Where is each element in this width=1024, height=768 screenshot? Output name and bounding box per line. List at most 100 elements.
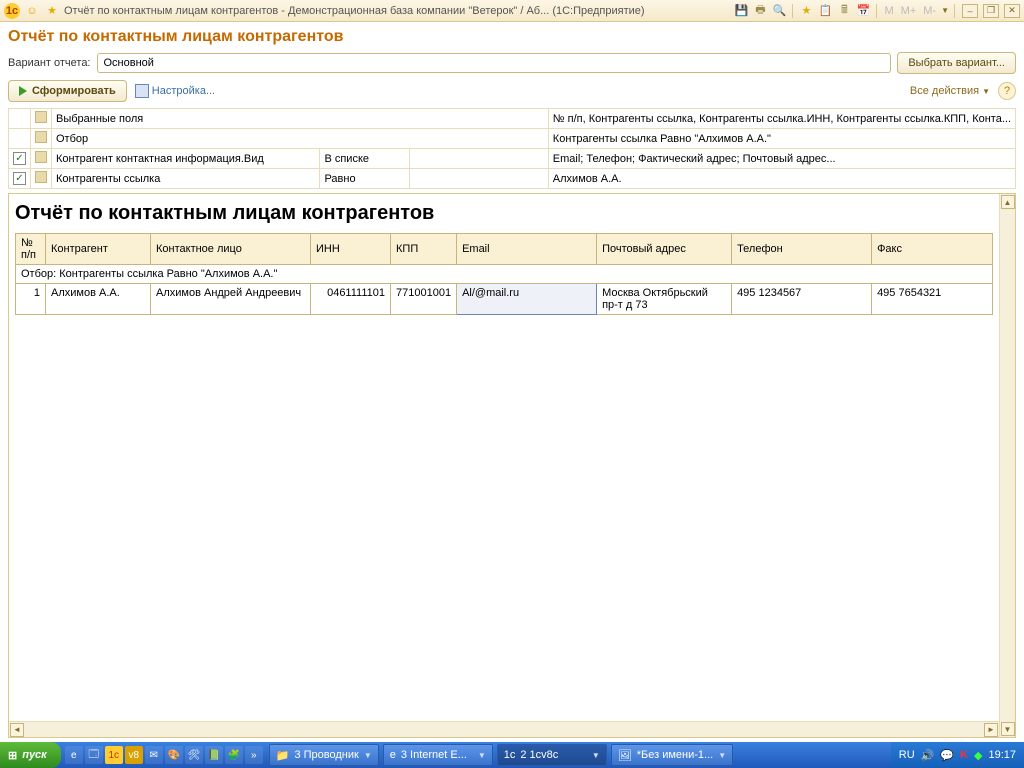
- cell-fax: 495 7654321: [872, 284, 993, 315]
- field-icon: [35, 111, 47, 123]
- scroll-down-icon[interactable]: ▼: [1001, 722, 1015, 736]
- scroll-up-icon[interactable]: ▲: [1001, 195, 1015, 209]
- ql-paint-icon[interactable]: 🎨: [165, 746, 183, 764]
- ql-app2-icon[interactable]: 🛠: [185, 746, 203, 764]
- ql-app3-icon[interactable]: 📗: [205, 746, 223, 764]
- choose-variant-button[interactable]: Выбрать вариант...: [897, 52, 1016, 74]
- column-header: Контрагент: [46, 234, 151, 265]
- column-header: Почтовый адрес: [597, 234, 732, 265]
- settings-op: В списке: [320, 149, 409, 169]
- windows-logo-icon: ⊞: [8, 749, 17, 762]
- tray-icon-1[interactable]: 🔊: [921, 749, 935, 762]
- lang-indicator[interactable]: RU: [899, 749, 915, 761]
- settings-link[interactable]: Настройка...: [135, 84, 215, 98]
- column-header: Контактное лицо: [151, 234, 311, 265]
- ql-app4-icon[interactable]: 🧩: [225, 746, 243, 764]
- report-area: Отчёт по контактным лицам контрагентов №…: [8, 193, 1016, 738]
- cell-post: Москва Октябрьский пр-т д 73: [597, 284, 732, 315]
- column-header: Телефон: [732, 234, 872, 265]
- mem-mplus[interactable]: M+: [899, 5, 919, 17]
- filter-text: Отбор: Контрагенты ссылка Равно "Алхимов…: [16, 265, 993, 284]
- chevron-down-icon: ▼: [364, 751, 372, 760]
- chevron-down-icon: ▼: [592, 751, 600, 760]
- tray-icon-2[interactable]: 💬: [940, 749, 954, 762]
- play-icon: [19, 86, 27, 96]
- titlebar-tools: 💾 🖶 🔍 ★ 📋 🖩 📅 M M+ M- ▼ – ❐ ✕: [733, 3, 1020, 19]
- ql-1c-icon[interactable]: 1c: [105, 746, 123, 764]
- settings-name: Отбор: [52, 129, 549, 149]
- scroll-left-icon[interactable]: ◄: [10, 723, 24, 737]
- field-icon: [35, 151, 47, 163]
- help-button[interactable]: ?: [998, 82, 1016, 100]
- task-label: 2 1cv8c: [520, 749, 558, 761]
- preview-icon[interactable]: 🔍: [771, 3, 787, 19]
- settings-grid[interactable]: Выбранные поля№ п/п, Контрагенты ссылка,…: [8, 108, 1016, 189]
- settings-name: Выбранные поля: [52, 109, 549, 129]
- ql-ie-icon[interactable]: e: [65, 746, 83, 764]
- task-icon: 📁: [276, 749, 290, 762]
- mem-dropdown-icon[interactable]: ▼: [941, 6, 949, 15]
- task-label: *Без имени-1...: [637, 749, 713, 761]
- mem-mminus[interactable]: M-: [921, 5, 938, 17]
- cell-email[interactable]: Al/@mail.ru: [457, 284, 597, 315]
- ql-desktop-icon[interactable]: 🗔: [85, 746, 103, 764]
- save-icon[interactable]: 💾: [733, 3, 749, 19]
- checkbox-icon[interactable]: ✓: [13, 152, 26, 165]
- variant-row: Вариант отчета: Выбрать вариант...: [8, 52, 1016, 74]
- page-title: Отчёт по контактным лицам контрагентов: [8, 28, 1016, 46]
- calendar-icon[interactable]: 📅: [855, 3, 871, 19]
- cell-n: 1: [16, 284, 46, 315]
- settings-val2: Алхимов А.А.: [548, 169, 1015, 189]
- chevron-down-icon: ▼: [478, 751, 486, 760]
- print-icon[interactable]: 🖶: [752, 3, 768, 19]
- variant-input[interactable]: [97, 53, 892, 73]
- clipboard-icon[interactable]: 📋: [817, 3, 833, 19]
- settings-row[interactable]: ОтборКонтрагенты ссылка Равно "Алхимов А…: [9, 129, 1016, 149]
- all-actions-link[interactable]: Все действия▼: [910, 85, 990, 97]
- cell-agent: Алхимов А.А.: [46, 284, 151, 315]
- window-title: Отчёт по контактным лицам контрагентов -…: [64, 5, 729, 17]
- taskbar-task[interactable]: 🖼 *Без имени-1... ▼: [611, 744, 733, 766]
- titlebar: 1c ☺ ★ Отчёт по контактным лицам контраг…: [0, 0, 1024, 22]
- settings-row[interactable]: Выбранные поля№ п/п, Контрагенты ссылка,…: [9, 109, 1016, 129]
- start-button[interactable]: ⊞ пуск: [0, 742, 61, 768]
- close-button[interactable]: ✕: [1004, 4, 1020, 18]
- task-label: 3 Проводник: [294, 749, 358, 761]
- settings-name: Контрагент контактная информация.Вид: [52, 149, 320, 169]
- taskbar-task[interactable]: 📁 3 Проводник ▼: [269, 744, 379, 766]
- tray-icon-3[interactable]: ◆: [974, 749, 982, 762]
- minimize-button[interactable]: –: [962, 4, 978, 18]
- ql-app1-icon[interactable]: v8: [125, 746, 143, 764]
- taskbar-task[interactable]: 1c2 1cv8c▼: [497, 744, 607, 766]
- horizontal-scrollbar[interactable]: ◄ ►: [9, 721, 999, 737]
- star-icon[interactable]: ★: [44, 3, 60, 19]
- column-header: Email: [457, 234, 597, 265]
- settings-row[interactable]: ✓ Контрагент контактная информация.ВидВ с…: [9, 149, 1016, 169]
- restore-button[interactable]: ❐: [983, 4, 999, 18]
- tray-kaspersky-icon[interactable]: K: [960, 749, 968, 761]
- gear-icon: [135, 84, 149, 98]
- scroll-right-icon[interactable]: ►: [984, 723, 998, 737]
- toolbar: Сформировать Настройка... Все действия▼ …: [8, 80, 1016, 102]
- mem-m[interactable]: M: [882, 5, 895, 17]
- vertical-scrollbar[interactable]: ▲ ▼: [999, 194, 1015, 737]
- run-button[interactable]: Сформировать: [8, 80, 127, 102]
- task-icon: 🖼: [618, 749, 632, 762]
- fav-icon[interactable]: ★: [798, 3, 814, 19]
- column-header: КПП: [391, 234, 457, 265]
- settings-row[interactable]: ✓Контрагенты ссылкаРавноАлхимов А.А.: [9, 169, 1016, 189]
- chevron-down-icon: ▼: [718, 751, 726, 760]
- settings-val1: [409, 149, 548, 169]
- calc-icon[interactable]: 🖩: [836, 3, 852, 19]
- checkbox-icon[interactable]: ✓: [13, 172, 26, 185]
- smiley-icon[interactable]: ☺: [24, 3, 40, 19]
- column-header: № п/п: [16, 234, 46, 265]
- taskbar-task[interactable]: e3 Internet E...▼: [383, 744, 493, 766]
- ql-more-icon[interactable]: »: [245, 746, 263, 764]
- cell-kpp: 771001001: [391, 284, 457, 315]
- ql-mail-icon[interactable]: ✉: [145, 746, 163, 764]
- system-tray: RU 🔊 💬 K ◆ 19:17: [891, 742, 1024, 768]
- table-row[interactable]: 1Алхимов А.А.Алхимов Андрей Андреевич046…: [16, 284, 993, 315]
- settings-val1: [409, 169, 548, 189]
- clock[interactable]: 19:17: [988, 749, 1016, 761]
